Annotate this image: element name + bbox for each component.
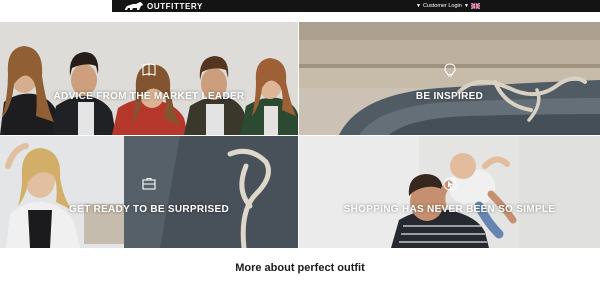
caret-down-icon: ▼ (464, 3, 469, 9)
tile-surprised-label: GET READY TO BE SURPRISED (69, 204, 229, 215)
customer-login-label: Customer Login (422, 3, 462, 9)
tile-overlay (0, 136, 298, 248)
tile-advice[interactable]: ADVICE FROM THE MARKET LEADER (0, 22, 298, 135)
brand-logo[interactable]: OUTFITTERY (124, 0, 203, 12)
tile-overlay (0, 22, 298, 135)
nav-bar: OUTFITTERY ▼ Customer Login ▼ (112, 0, 600, 12)
tile-surprised[interactable]: GET READY TO BE SURPRISED (0, 136, 298, 248)
customer-login-link[interactable]: ▼ Customer Login (416, 0, 462, 12)
brand-name: OUTFITTERY (147, 1, 203, 11)
bear-icon (125, 2, 143, 10)
box-icon (142, 178, 156, 190)
pointer-icon (442, 177, 457, 191)
tile-inspired[interactable]: BE INSPIRED (299, 22, 600, 135)
book-icon (142, 63, 156, 76)
tile-simple-label: SHOPPING HAS NEVER BEEN SO SIMPLE (343, 204, 556, 215)
language-selector[interactable]: ▼ (464, 0, 480, 12)
caret-down-icon: ▼ (416, 3, 421, 9)
lightbulb-icon (443, 63, 456, 77)
tile-inspired-label: BE INSPIRED (415, 91, 484, 102)
uk-flag-icon (470, 3, 480, 9)
top-bar: OUTFITTERY ▼ Customer Login ▼ (0, 0, 600, 12)
tile-advice-label: ADVICE FROM THE MARKET LEADER (53, 91, 245, 102)
tile-simple[interactable]: SHOPPING HAS NEVER BEEN SO SIMPLE (299, 136, 600, 248)
tile-overlay (299, 136, 600, 248)
feature-grid: ADVICE FROM THE MARKET LEADER BE INSPIRE… (0, 22, 600, 248)
tile-overlay (299, 22, 600, 135)
section-heading: More about perfect outfit (235, 262, 365, 274)
